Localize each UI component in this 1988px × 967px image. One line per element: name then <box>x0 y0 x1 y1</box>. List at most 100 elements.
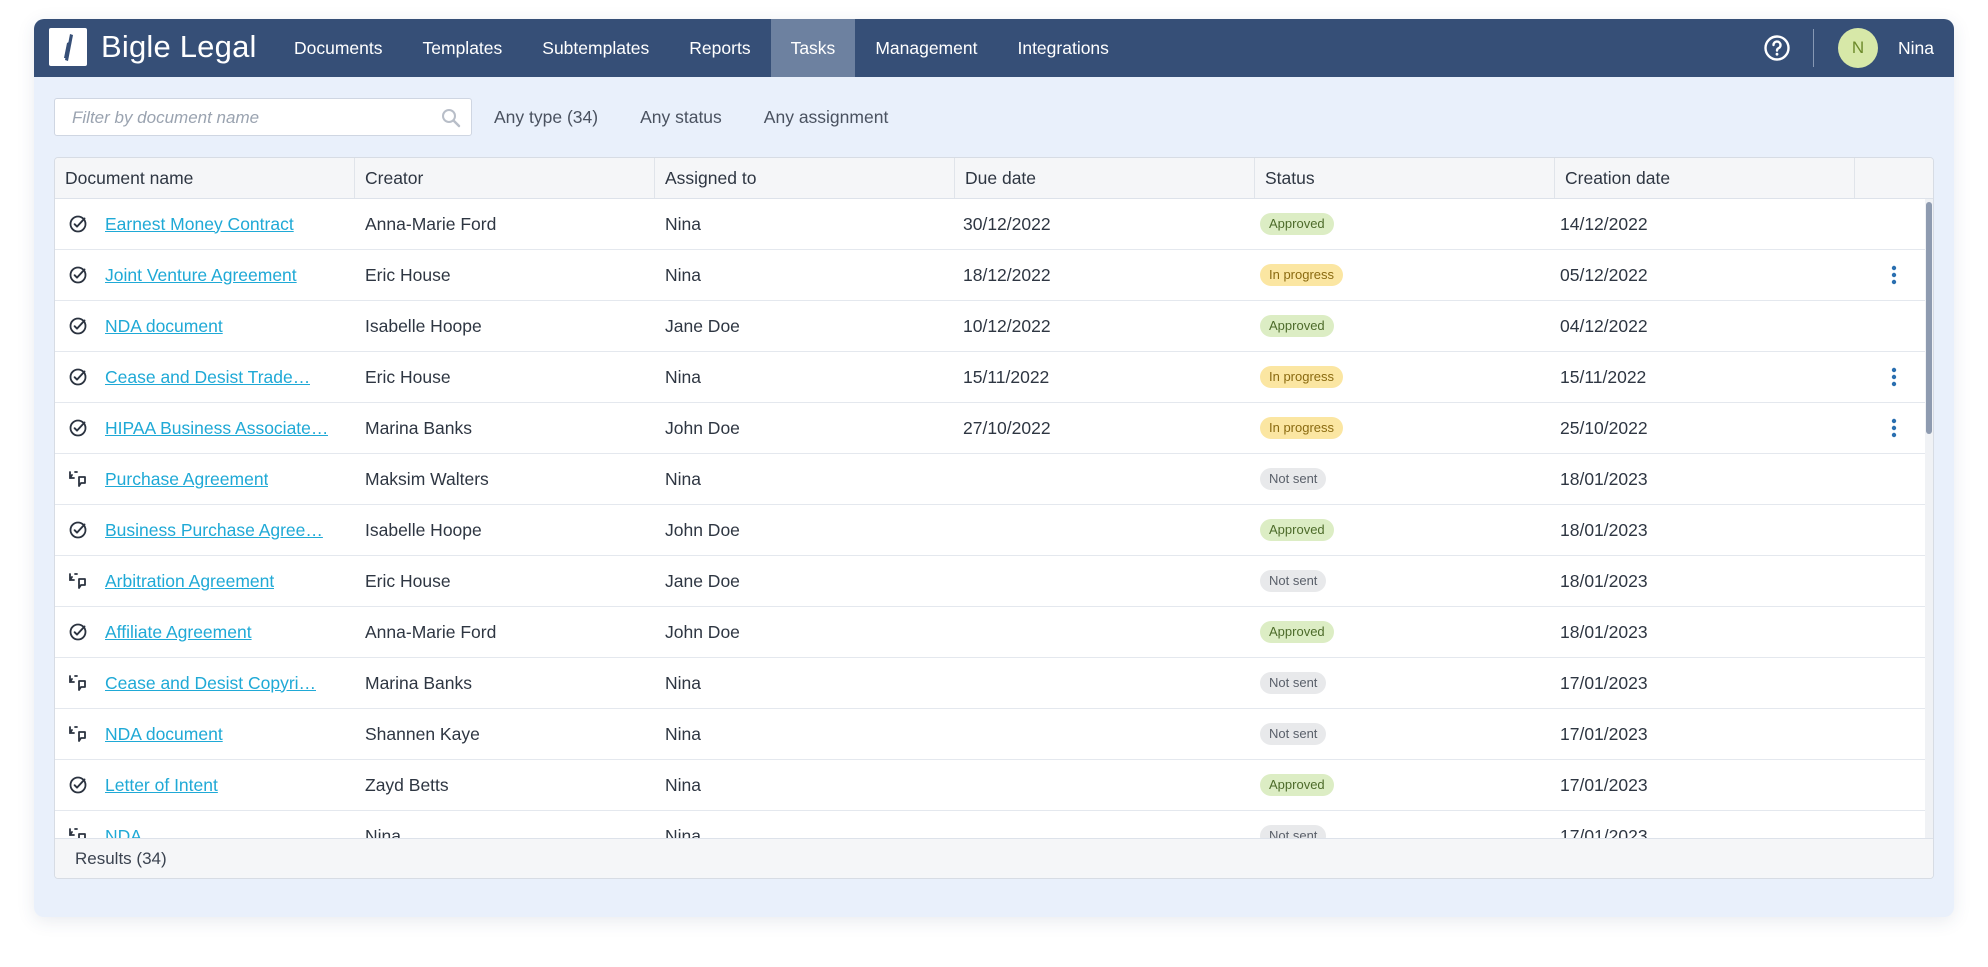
cell-creation-date: 17/01/2023 <box>1560 672 1648 693</box>
cell-status: Not sent <box>1255 454 1555 505</box>
cell-due-date <box>955 811 1255 839</box>
table-row[interactable]: Joint Venture Agreement Eric House Nina 18/… <box>55 250 1933 301</box>
check-circle-icon <box>65 774 105 796</box>
more-options-icon[interactable] <box>1891 367 1897 387</box>
column-header-status[interactable]: Status <box>1255 158 1555 198</box>
type-filter[interactable]: Any type (34) <box>484 107 608 128</box>
cell-creator: Isabelle Hoope <box>365 315 482 336</box>
cell-creator: Eric House <box>365 264 451 285</box>
nav-item-tasks[interactable]: Tasks <box>770 19 856 77</box>
cell-status: Not sent <box>1255 811 1555 838</box>
column-header-creator[interactable]: Creator <box>355 158 655 198</box>
document-link[interactable]: Business Purchase Agree… <box>105 520 323 541</box>
cell-due-date: 18/12/2022 <box>963 264 1051 285</box>
nav-item-management[interactable]: Management <box>855 19 997 77</box>
results-count: Results (34) <box>75 848 167 868</box>
cell-creation-date: 18/01/2023 <box>1560 468 1648 489</box>
cell-document-name: NDA document <box>55 709 355 760</box>
check-circle-icon <box>65 315 105 337</box>
column-header-due-date[interactable]: Due date <box>955 158 1255 198</box>
cell-creator: Isabelle Hoope <box>365 519 482 540</box>
help-icon[interactable] <box>1763 34 1791 62</box>
user-name[interactable]: Nina <box>1898 38 1934 59</box>
status-badge: Not sent <box>1260 570 1327 592</box>
document-link[interactable]: NDA document <box>105 316 223 337</box>
check-circle-icon <box>65 366 105 388</box>
nav-item-reports[interactable]: Reports <box>669 19 770 77</box>
document-link[interactable]: Earnest Money Contract <box>105 214 294 235</box>
nav-item-integrations[interactable]: Integrations <box>997 19 1128 77</box>
table-row[interactable]: Purchase Agreement Maksim Walters Nina Not … <box>55 454 1933 505</box>
nav-item-subtemplates[interactable]: Subtemplates <box>522 19 669 77</box>
status-badge: Not sent <box>1260 468 1327 490</box>
cell-due-date: 10/12/2022 <box>963 315 1051 336</box>
status-badge: Approved <box>1260 519 1334 541</box>
table-row[interactable]: NDA Nina Nina Not sent 17/01/2023 <box>55 811 1933 838</box>
document-link[interactable]: Letter of Intent <box>105 775 218 796</box>
table-row[interactable]: Cease and Desist Trade… Eric House Nina 15/… <box>55 352 1933 403</box>
search-icon[interactable] <box>441 108 461 128</box>
cell-creator: Eric House <box>365 570 451 591</box>
cell-status: Approved <box>1255 301 1555 352</box>
cell-creator: Marina Banks <box>365 417 472 438</box>
document-link[interactable]: HIPAA Business Associate… <box>105 418 328 439</box>
brand-logo[interactable]: Bigle Legal <box>49 27 257 67</box>
table-row[interactable]: Affiliate Agreement Anna-Marie Ford John D… <box>55 607 1933 658</box>
avatar[interactable]: N <box>1838 28 1878 68</box>
table-footer: Results (34) <box>55 838 1933 878</box>
assignment-filter[interactable]: Any assignment <box>754 107 899 128</box>
table-row[interactable]: Letter of Intent Zayd Betts Nina Approved 17… <box>55 760 1933 811</box>
document-link[interactable]: Arbitration Agreement <box>105 571 274 592</box>
cell-due-date: 15/11/2022 <box>963 366 1050 387</box>
table-row[interactable]: HIPAA Business Associate… Marina Banks Joh… <box>55 403 1933 454</box>
table-row[interactable]: Business Purchase Agree… Isabelle Hoope Jo… <box>55 505 1933 556</box>
document-link[interactable]: Cease and Desist Trade… <box>105 367 310 388</box>
cell-document-name: Letter of Intent <box>55 760 355 811</box>
cell-actions <box>1855 607 1933 658</box>
table-row[interactable]: NDA document Isabelle Hoope Jane Doe 10/12/… <box>55 301 1933 352</box>
document-link[interactable]: Cease and Desist Copyri… <box>105 673 316 694</box>
status-filter[interactable]: Any status <box>630 107 732 128</box>
document-link[interactable]: Purchase Agreement <box>105 469 268 490</box>
cell-assigned-to: Nina <box>665 366 701 387</box>
cell-actions <box>1855 760 1933 811</box>
column-header-assigned-to[interactable]: Assigned to <box>655 158 955 198</box>
column-header-creation-date[interactable]: Creation date <box>1555 158 1855 198</box>
table-row[interactable]: Arbitration Agreement Eric House Jane Doe N… <box>55 556 1933 607</box>
signature-icon <box>65 825 105 838</box>
cell-document-name: Affiliate Agreement <box>55 607 355 658</box>
nav-item-documents[interactable]: Documents <box>274 19 403 77</box>
signature-icon <box>65 672 105 694</box>
table-row[interactable]: NDA document Shannen Kaye Nina Not sent 17/0… <box>55 709 1933 760</box>
cell-document-name: Earnest Money Contract <box>55 199 355 250</box>
check-circle-icon <box>65 519 105 541</box>
cell-status: In progress <box>1255 352 1555 403</box>
scrollbar-thumb[interactable] <box>1926 202 1932 434</box>
cell-document-name: Business Purchase Agree… <box>55 505 355 556</box>
cell-due-date <box>955 607 1255 658</box>
cell-due-date <box>955 760 1255 811</box>
scrollbar[interactable] <box>1925 199 1933 838</box>
document-link[interactable]: Affiliate Agreement <box>105 622 252 643</box>
column-header-document-name[interactable]: Document name <box>55 158 355 198</box>
more-options-icon[interactable] <box>1891 265 1897 285</box>
status-badge: Approved <box>1260 213 1334 235</box>
cell-assigned-to: Nina <box>665 723 701 744</box>
status-badge: Not sent <box>1260 825 1327 838</box>
nav-item-templates[interactable]: Templates <box>403 19 523 77</box>
document-link[interactable]: NDA document <box>105 724 223 745</box>
status-badge: Not sent <box>1260 672 1327 694</box>
cell-creation-date: 18/01/2023 <box>1560 570 1648 591</box>
cell-assigned-to: John Doe <box>665 417 740 438</box>
table-row[interactable]: Cease and Desist Copyri… Marina Banks Nina… <box>55 658 1933 709</box>
cell-actions <box>1855 403 1933 454</box>
document-link[interactable]: NDA <box>105 826 142 839</box>
search-input[interactable] <box>70 99 434 137</box>
cell-creator: Nina <box>365 825 401 839</box>
status-badge: Approved <box>1260 315 1334 337</box>
cell-creator: Marina Banks <box>365 672 472 693</box>
more-options-icon[interactable] <box>1891 418 1897 438</box>
document-link[interactable]: Joint Venture Agreement <box>105 265 297 286</box>
table-row[interactable]: Earnest Money Contract Anna-Marie Ford Nin… <box>55 199 1933 250</box>
cell-assigned-to: Nina <box>665 672 701 693</box>
